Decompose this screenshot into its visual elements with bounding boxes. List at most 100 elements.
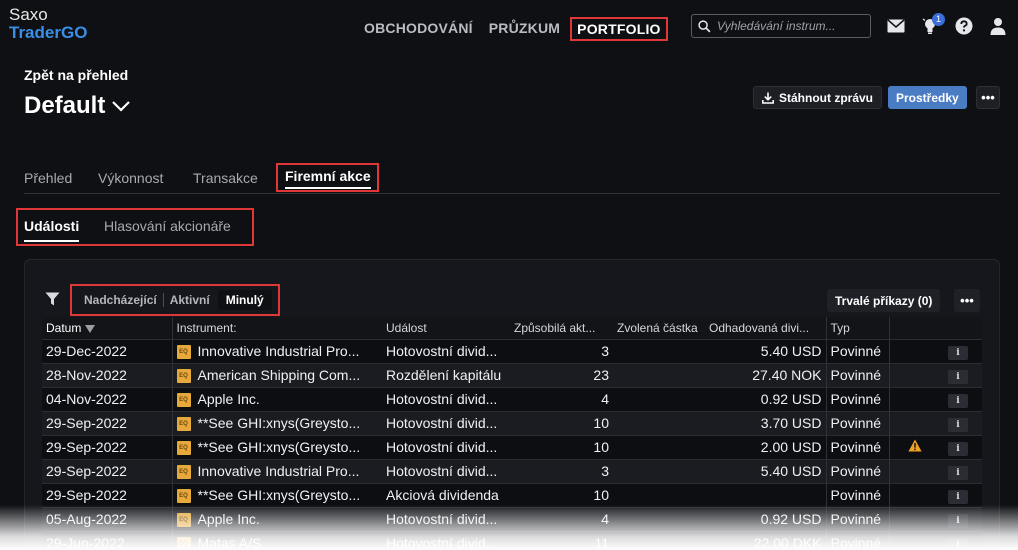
table-row[interactable]: 29-Dec-2022 EQ Innovative Industrial Pro..…	[42, 338, 982, 363]
column-header-elected[interactable]: Zvolená částka	[613, 317, 705, 339]
tab-performance[interactable]: Výkonnost	[98, 170, 163, 186]
account-selector[interactable]: Default	[24, 92, 131, 120]
cell-type: Povinné	[825, 458, 889, 483]
table-row[interactable]: 29-Sep-2022 EQ **See GHI:xnys(Greysto... Ho…	[42, 434, 982, 459]
cell-eligible: 23	[510, 362, 613, 387]
funds-button[interactable]: Prostředky	[888, 86, 967, 109]
tab-overview[interactable]: Přehled	[24, 170, 72, 186]
info-button[interactable]: i	[948, 466, 968, 480]
cell-instrument[interactable]: EQ Innovative Industrial Pro...	[171, 458, 382, 483]
back-to-overview-link[interactable]: Zpět na přehled	[24, 67, 128, 83]
table-row[interactable]: 04-Nov-2022 EQ Apple Inc. Hotovostní divid.…	[42, 386, 982, 411]
segment-upcoming[interactable]: Nadcházející	[78, 291, 163, 309]
equity-badge-icon: EQ	[176, 393, 191, 408]
column-header-instrument[interactable]: Instrument:	[171, 317, 382, 339]
cell-instrument[interactable]: EQ Matas A/S	[171, 530, 382, 550]
cell-instrument[interactable]: EQ Innovative Industrial Pro...	[171, 338, 382, 363]
download-report-button[interactable]: Stáhnout zprávu	[753, 86, 883, 109]
info-button[interactable]: i	[948, 490, 968, 504]
info-button[interactable]: i	[948, 442, 968, 456]
mail-icon[interactable]	[884, 14, 908, 38]
table-row[interactable]: 29-Jun-2022 EQ Matas A/S Hotovostní divid..…	[42, 530, 982, 550]
column-header-date[interactable]: Datum	[42, 317, 172, 339]
active-tab-underline	[285, 187, 371, 189]
table-row[interactable]: 29-Sep-2022 EQ **See GHI:xnys(Greysto... Ak…	[42, 482, 982, 507]
filter-icon[interactable]	[45, 292, 60, 306]
info-button[interactable]: i	[948, 346, 968, 360]
header-more-button[interactable]: •••	[976, 86, 1000, 109]
equity-badge-icon: EQ	[176, 345, 191, 360]
table-row[interactable]: 05-Aug-2022 EQ Apple Inc. Hotovostní divid.…	[42, 506, 982, 531]
brand-logo[interactable]: Saxo TraderGO	[9, 6, 87, 42]
download-icon	[762, 92, 774, 104]
info-button[interactable]: i	[948, 370, 968, 384]
cell-actions: i	[888, 362, 982, 387]
cell-eligible: 11	[510, 530, 613, 550]
info-button[interactable]: i	[948, 514, 968, 528]
cell-instrument[interactable]: EQ Apple Inc.	[171, 386, 382, 411]
nav-trading[interactable]: OBCHODOVÁNÍ	[364, 17, 473, 41]
subtab-shareholder-voting[interactable]: Hlasování akcionáře	[104, 218, 231, 234]
instrument-name: Apple Inc.	[197, 510, 260, 527]
search-box[interactable]	[691, 14, 871, 38]
cell-event: Hotovostní divid...	[382, 338, 510, 363]
corporate-actions-table: Datum Instrument: Událost Způsobilá akt.…	[42, 317, 982, 550]
instrument-name: **See GHI:xnys(Greysto...	[197, 438, 361, 455]
help-icon[interactable]	[952, 14, 976, 38]
table-header-row: Datum Instrument: Událost Způsobilá akt.…	[42, 317, 982, 339]
panel-more-button[interactable]: •••	[954, 289, 980, 312]
cell-instrument[interactable]: EQ Apple Inc.	[171, 506, 382, 531]
column-header-estimated[interactable]: Odhadovaná divi...	[705, 317, 826, 339]
tab-corporate-actions[interactable]: Firemní akce	[276, 163, 379, 192]
event-period-segmented-control: Nadcházející Aktivní Minulý	[70, 284, 280, 316]
column-header-event[interactable]: Událost	[382, 317, 510, 339]
table-row[interactable]: 29-Sep-2022 EQ Innovative Industrial Pro..…	[42, 458, 982, 483]
cell-date: 29-Sep-2022	[42, 458, 172, 483]
equity-badge-icon: EQ	[176, 441, 191, 456]
instrument-name: Innovative Industrial Pro...	[197, 342, 360, 359]
cell-estimated: 3.70 USD	[705, 410, 826, 435]
info-button[interactable]: i	[948, 538, 968, 550]
cell-instrument[interactable]: EQ **See GHI:xnys(Greysto...	[171, 434, 382, 459]
cell-elected	[613, 362, 705, 387]
nav-portfolio[interactable]: PORTFOLIO	[570, 17, 668, 41]
cell-instrument[interactable]: EQ **See GHI:xnys(Greysto...	[171, 410, 382, 435]
column-header-type[interactable]: Typ	[825, 317, 889, 339]
column-header-eligible[interactable]: Způsobilá akt...	[510, 317, 613, 339]
segment-active[interactable]: Aktivní	[164, 291, 216, 309]
cell-elected	[613, 386, 705, 411]
info-button[interactable]: i	[948, 418, 968, 432]
cell-event: Hotovostní divid...	[382, 506, 510, 531]
table-row[interactable]: 29-Sep-2022 EQ **See GHI:xnys(Greysto... Ho…	[42, 410, 982, 435]
subtab-events[interactable]: Události	[24, 218, 80, 242]
subtab-events-label: Události	[24, 218, 80, 234]
cell-eligible: 3	[510, 338, 613, 363]
search-input[interactable]	[717, 19, 867, 33]
cell-instrument[interactable]: EQ American Shipping Com...	[171, 362, 382, 387]
cell-estimated: 0.92 USD	[705, 506, 826, 531]
segment-past[interactable]: Minulý	[217, 290, 272, 310]
table-row[interactable]: 28-Nov-2022 EQ American Shipping Com... Roz…	[42, 362, 982, 387]
warning-icon[interactable]	[908, 439, 922, 455]
standing-instructions-button[interactable]: Trvalé příkazy (0)	[827, 289, 941, 312]
cell-actions: i	[888, 434, 982, 459]
info-button[interactable]: i	[948, 394, 968, 408]
cell-eligible: 10	[510, 410, 613, 435]
cell-instrument[interactable]: EQ **See GHI:xnys(Greysto...	[171, 482, 382, 507]
nav-research[interactable]: PRŮZKUM	[489, 17, 560, 41]
instrument-name: **See GHI:xnys(Greysto...	[197, 486, 361, 503]
lightbulb-icon[interactable]: 1	[918, 13, 945, 38]
cell-event: Hotovostní divid...	[382, 434, 510, 459]
cell-event: Hotovostní divid...	[382, 458, 510, 483]
instrument-name: Innovative Industrial Pro...	[197, 462, 360, 479]
instrument-name: **See GHI:xnys(Greysto...	[197, 414, 361, 431]
tab-transactions[interactable]: Transakce	[193, 170, 258, 186]
subtabs: Události Hlasování akcionáře	[16, 208, 254, 246]
cell-event: Hotovostní divid...	[382, 410, 510, 435]
cell-date: 29-Sep-2022	[42, 434, 172, 459]
download-report-label: Stáhnout zprávu	[779, 90, 874, 105]
cell-eligible: 3	[510, 458, 613, 483]
user-icon[interactable]	[986, 14, 1010, 38]
cell-eligible: 10	[510, 434, 613, 459]
cell-type: Povinné	[825, 410, 889, 435]
